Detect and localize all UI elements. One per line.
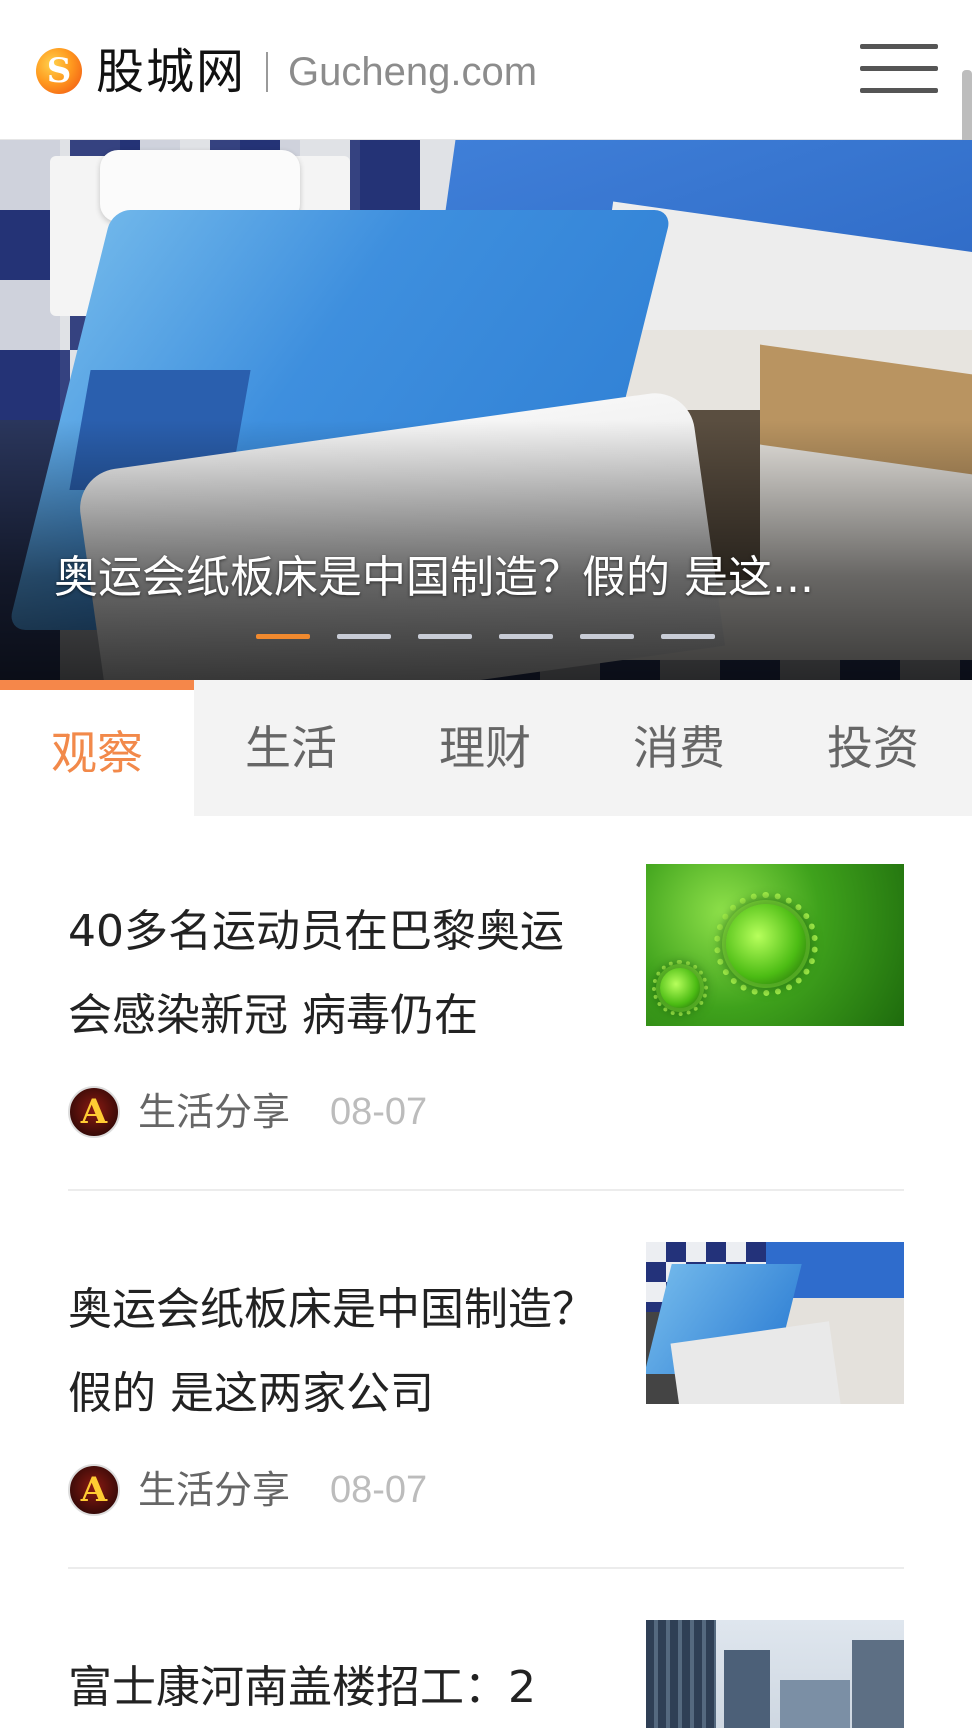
carousel-dot-4[interactable] (499, 634, 553, 639)
carousel-dot-2[interactable] (337, 634, 391, 639)
hero-caption[interactable]: 奥运会纸板床是中国制造？假的 是这... (54, 550, 934, 606)
header-divider (266, 52, 268, 92)
site-logo-icon[interactable]: S (36, 48, 82, 94)
category-tabs: 观察 生活 理财 消费 投资 (0, 680, 972, 816)
article-meta: A 生活分享 08-07 (68, 1464, 668, 1516)
article-meta: A 生活分享 08-07 (68, 1086, 668, 1138)
logo-glyph: S (46, 51, 72, 91)
carousel-dot-3[interactable] (418, 634, 472, 639)
cardboard-beds-image (646, 1242, 904, 1404)
article-thumbnail[interactable] (646, 864, 904, 1026)
site-domain: Gucheng.com (288, 50, 538, 94)
tab-licai[interactable]: 理财 (388, 680, 582, 816)
article-thumbnail[interactable] (646, 1620, 904, 1728)
carousel-dot-5[interactable] (580, 634, 634, 639)
article-title[interactable]: 40多名运动员在巴黎奥运会感染新冠 病毒仍在 (68, 890, 598, 1058)
tab-shenghuo[interactable]: 生活 (194, 680, 388, 816)
article-title[interactable]: 奥运会纸板床是中国制造？假的 是这两家公司 (68, 1268, 598, 1436)
tab-touzi[interactable]: 投资 (776, 680, 970, 816)
list-item[interactable]: 40多名运动员在巴黎奥运会感染新冠 病毒仍在 A 生活分享 08-07 (68, 864, 904, 1242)
list-item[interactable]: 奥运会纸板床是中国制造？假的 是这两家公司 A 生活分享 08-07 (68, 1242, 904, 1620)
author-avatar: A (68, 1086, 120, 1138)
list-item[interactable]: 富士康河南盖楼招工：2 (68, 1620, 904, 1728)
site-name[interactable]: 股城网 (96, 44, 246, 100)
virus-image (646, 864, 904, 1026)
carousel-dot-1[interactable] (256, 634, 310, 639)
divider (68, 1567, 904, 1569)
site-header: S 股城网 Gucheng.com (0, 0, 972, 162)
city-buildings-image (646, 1620, 904, 1728)
tab-guancha[interactable]: 观察 (0, 680, 194, 816)
carousel-dot-6[interactable] (661, 634, 715, 639)
article-title[interactable]: 富士康河南盖楼招工：2 (68, 1646, 598, 1728)
article-author: 生活分享 (138, 1090, 291, 1134)
tab-xiaofei[interactable]: 消费 (582, 680, 776, 816)
hamburger-menu-icon[interactable] (860, 40, 938, 100)
author-avatar: A (68, 1464, 120, 1516)
article-date: 08-07 (330, 1091, 428, 1133)
avatar-glyph: A (80, 1470, 108, 1510)
article-author: 生活分享 (138, 1468, 291, 1512)
divider (68, 1189, 904, 1191)
article-date: 08-07 (330, 1469, 428, 1511)
article-thumbnail[interactable] (646, 1242, 904, 1404)
avatar-glyph: A (80, 1092, 108, 1132)
carousel-indicators (256, 634, 716, 640)
hero-carousel[interactable]: 奥运会纸板床是中国制造？假的 是这... (0, 140, 972, 680)
